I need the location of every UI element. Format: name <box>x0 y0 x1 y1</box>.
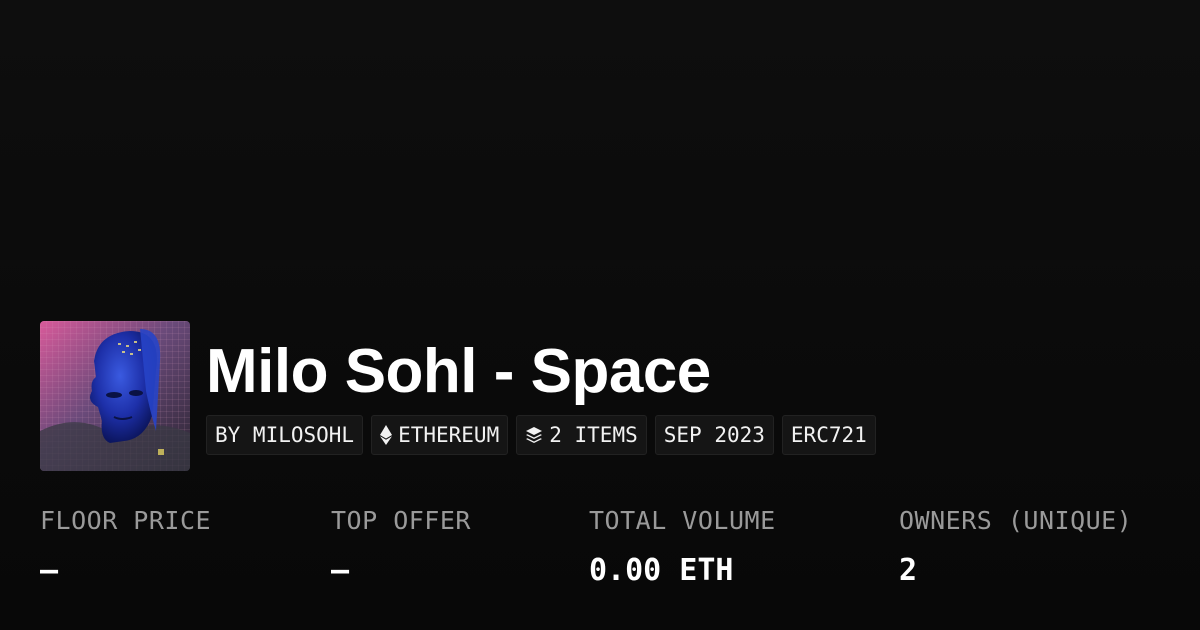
stat-value: 0.00 ETH <box>589 553 734 588</box>
layers-icon <box>525 426 543 444</box>
stat-label: FLOOR PRICE <box>40 506 212 535</box>
stat-floor-price: FLOOR PRICE – <box>40 503 211 589</box>
stat-owners: OWNERS (UNIQUE) 2 <box>899 503 1132 589</box>
creator-label: BY MILOSOHL <box>215 423 355 447</box>
stat-total-volume: TOTAL VOLUME 0.00 ETH <box>589 503 776 589</box>
standard-badge: ERC721 <box>781 415 876 455</box>
stat-value: – <box>331 553 350 588</box>
creator-badge[interactable]: BY MILOSOHL <box>206 415 364 455</box>
collection-title: Milo Sohl - Space <box>206 337 711 406</box>
stat-value: – <box>40 553 59 588</box>
stat-value: 2 <box>899 553 918 588</box>
ethereum-icon <box>380 425 393 445</box>
items-badge: 2 ITEMS <box>516 415 647 455</box>
stat-top-offer: TOP OFFER – <box>331 503 471 589</box>
stat-label: OWNERS (UNIQUE) <box>899 506 1133 535</box>
collection-stats: FLOOR PRICE – TOP OFFER – TOTAL VOLUME 0… <box>0 503 1200 603</box>
standard-label: ERC721 <box>790 423 867 447</box>
date-badge: SEP 2023 <box>654 415 774 455</box>
collection-avatar <box>40 321 190 471</box>
chain-badge[interactable]: ETHEREUM <box>371 415 509 455</box>
collection-badges: BY MILOSOHL ETHEREUM 2 ITEMS SEP 2023 ER… <box>206 415 876 455</box>
collection-og-card: Milo Sohl - Space BY MILOSOHL ETHEREUM 2… <box>0 0 1200 630</box>
stat-label: TOTAL VOLUME <box>589 506 776 535</box>
date-label: SEP 2023 <box>663 423 765 447</box>
stat-label: TOP OFFER <box>331 506 471 535</box>
chain-label: ETHEREUM <box>398 423 500 447</box>
items-label: 2 ITEMS <box>549 423 638 447</box>
